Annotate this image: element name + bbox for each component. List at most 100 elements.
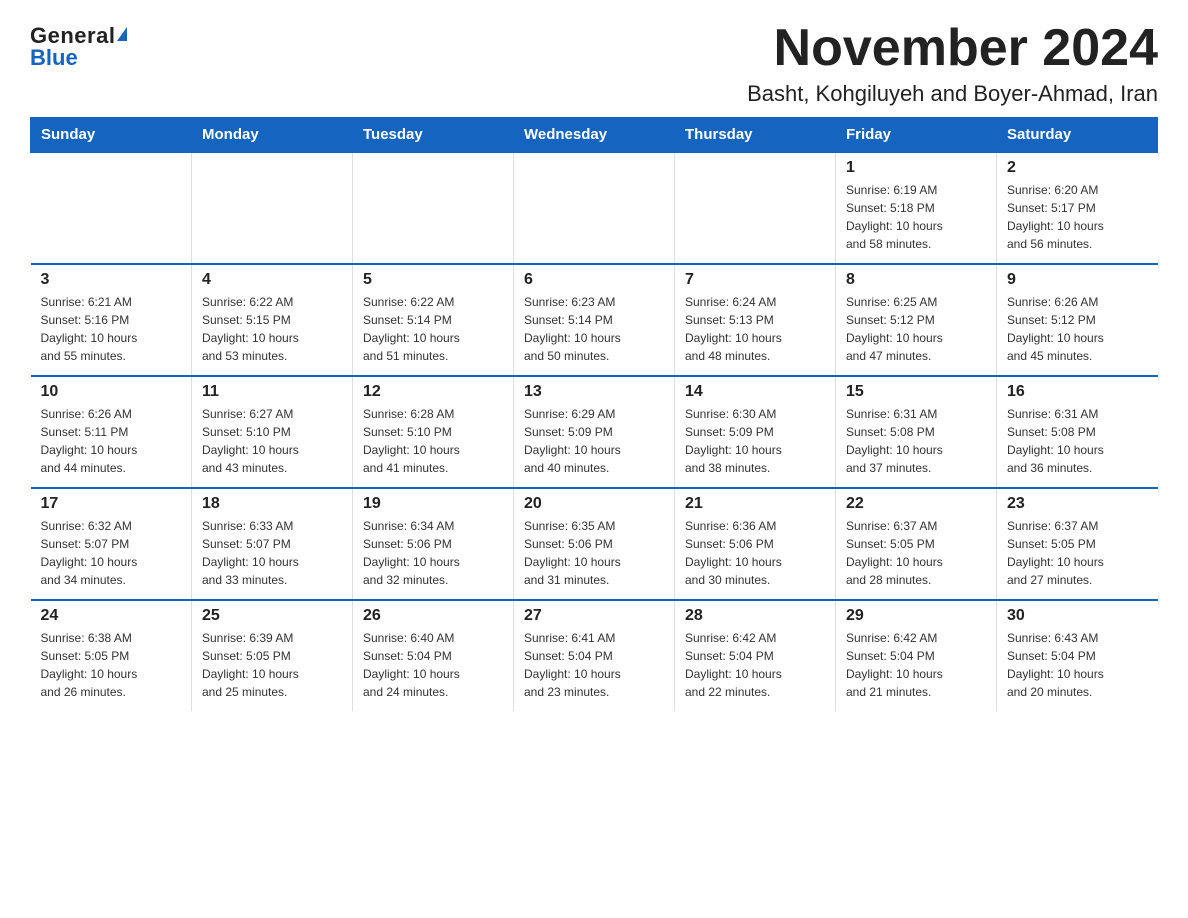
day-info: Sunrise: 6:20 AM Sunset: 5:17 PM Dayligh… bbox=[1007, 181, 1148, 253]
day-number: 23 bbox=[1007, 495, 1148, 513]
calendar-cell: 27 Sunrise: 6:41 AM Sunset: 5:04 PM Dayli… bbox=[514, 600, 675, 711]
calendar-cell: 11 Sunrise: 6:27 AM Sunset: 5:10 PM Dayli… bbox=[192, 376, 353, 488]
day-info: Sunrise: 6:19 AM Sunset: 5:18 PM Dayligh… bbox=[846, 181, 986, 253]
calendar-cell bbox=[353, 152, 514, 264]
day-number: 7 bbox=[685, 271, 825, 289]
day-info: Sunrise: 6:24 AM Sunset: 5:13 PM Dayligh… bbox=[685, 293, 825, 365]
calendar-cell: 20Sunrise: 6:35 AM Sunset: 5:06 PM Dayli… bbox=[514, 488, 675, 600]
page-subtitle: Basht, Kohgiluyeh and Boyer-Ahmad, Iran bbox=[747, 81, 1158, 107]
page-header: General Blue November 2024 Basht, Kohgil… bbox=[30, 20, 1158, 107]
week-row-4: 17Sunrise: 6:32 AM Sunset: 5:07 PM Dayli… bbox=[31, 488, 1158, 600]
day-number: 25 bbox=[202, 607, 342, 625]
day-info: Sunrise: 6:39 AM Sunset: 5:05 PM Dayligh… bbox=[202, 629, 342, 701]
day-info: Sunrise: 6:28 AM Sunset: 5:10 PM Dayligh… bbox=[363, 405, 503, 477]
calendar-cell: 8 Sunrise: 6:25 AM Sunset: 5:12 PM Daylig… bbox=[836, 264, 997, 376]
day-number: 27 bbox=[524, 607, 664, 625]
day-info: Sunrise: 6:42 AM Sunset: 5:04 PM Dayligh… bbox=[685, 629, 825, 701]
day-number: 9 bbox=[1007, 271, 1148, 289]
calendar-cell: 22 Sunrise: 6:37 AM Sunset: 5:05 PM Dayli… bbox=[836, 488, 997, 600]
day-number: 1 bbox=[846, 159, 986, 177]
calendar-cell bbox=[31, 152, 192, 264]
day-number: 13 bbox=[524, 383, 664, 401]
day-number: 21 bbox=[685, 495, 825, 513]
day-info: Sunrise: 6:37 AM Sunset: 5:05 PM Dayligh… bbox=[846, 517, 986, 589]
day-info: Sunrise: 6:25 AM Sunset: 5:12 PM Dayligh… bbox=[846, 293, 986, 365]
weekday-header-tuesday: Tuesday bbox=[353, 118, 514, 153]
week-row-1: 1 Sunrise: 6:19 AM Sunset: 5:18 PM Daylig… bbox=[31, 152, 1158, 264]
calendar-cell: 3 Sunrise: 6:21 AM Sunset: 5:16 PM Daylig… bbox=[31, 264, 192, 376]
day-number: 15 bbox=[846, 383, 986, 401]
day-info: Sunrise: 6:22 AM Sunset: 5:15 PM Dayligh… bbox=[202, 293, 342, 365]
day-info: Sunrise: 6:40 AM Sunset: 5:04 PM Dayligh… bbox=[363, 629, 503, 701]
day-info: Sunrise: 6:42 AM Sunset: 5:04 PM Dayligh… bbox=[846, 629, 986, 701]
day-number: 16 bbox=[1007, 383, 1148, 401]
calendar-cell bbox=[192, 152, 353, 264]
calendar-cell: 24Sunrise: 6:38 AM Sunset: 5:05 PM Dayli… bbox=[31, 600, 192, 711]
day-info: Sunrise: 6:26 AM Sunset: 5:11 PM Dayligh… bbox=[41, 405, 182, 477]
calendar-body: 1 Sunrise: 6:19 AM Sunset: 5:18 PM Daylig… bbox=[31, 152, 1158, 711]
day-number: 14 bbox=[685, 383, 825, 401]
day-info: Sunrise: 6:36 AM Sunset: 5:06 PM Dayligh… bbox=[685, 517, 825, 589]
week-row-3: 10 Sunrise: 6:26 AM Sunset: 5:11 PM Dayli… bbox=[31, 376, 1158, 488]
day-info: Sunrise: 6:33 AM Sunset: 5:07 PM Dayligh… bbox=[202, 517, 342, 589]
day-info: Sunrise: 6:35 AM Sunset: 5:06 PM Dayligh… bbox=[524, 517, 664, 589]
calendar-table: SundayMondayTuesdayWednesdayThursdayFrid… bbox=[30, 117, 1158, 711]
day-info: Sunrise: 6:41 AM Sunset: 5:04 PM Dayligh… bbox=[524, 629, 664, 701]
calendar-cell: 15 Sunrise: 6:31 AM Sunset: 5:08 PM Dayli… bbox=[836, 376, 997, 488]
day-number: 26 bbox=[363, 607, 503, 625]
logo-triangle-icon bbox=[117, 27, 127, 41]
day-info: Sunrise: 6:29 AM Sunset: 5:09 PM Dayligh… bbox=[524, 405, 664, 477]
calendar-cell: 1 Sunrise: 6:19 AM Sunset: 5:18 PM Daylig… bbox=[836, 152, 997, 264]
day-number: 4 bbox=[202, 271, 342, 289]
calendar-cell: 23 Sunrise: 6:37 AM Sunset: 5:05 PM Dayli… bbox=[997, 488, 1158, 600]
calendar-cell: 21 Sunrise: 6:36 AM Sunset: 5:06 PM Dayli… bbox=[675, 488, 836, 600]
calendar-cell: 9 Sunrise: 6:26 AM Sunset: 5:12 PM Daylig… bbox=[997, 264, 1158, 376]
day-number: 10 bbox=[41, 383, 182, 401]
day-number: 8 bbox=[846, 271, 986, 289]
calendar-cell: 14 Sunrise: 6:30 AM Sunset: 5:09 PM Dayli… bbox=[675, 376, 836, 488]
calendar-cell: 17Sunrise: 6:32 AM Sunset: 5:07 PM Dayli… bbox=[31, 488, 192, 600]
calendar-cell: 7 Sunrise: 6:24 AM Sunset: 5:13 PM Daylig… bbox=[675, 264, 836, 376]
calendar-cell: 2Sunrise: 6:20 AM Sunset: 5:17 PM Daylig… bbox=[997, 152, 1158, 264]
day-info: Sunrise: 6:22 AM Sunset: 5:14 PM Dayligh… bbox=[363, 293, 503, 365]
day-info: Sunrise: 6:27 AM Sunset: 5:10 PM Dayligh… bbox=[202, 405, 342, 477]
calendar-cell: 13 Sunrise: 6:29 AM Sunset: 5:09 PM Dayli… bbox=[514, 376, 675, 488]
calendar-cell: 6 Sunrise: 6:23 AM Sunset: 5:14 PM Daylig… bbox=[514, 264, 675, 376]
day-info: Sunrise: 6:26 AM Sunset: 5:12 PM Dayligh… bbox=[1007, 293, 1148, 365]
day-number: 3 bbox=[41, 271, 182, 289]
weekday-header-monday: Monday bbox=[192, 118, 353, 153]
day-number: 12 bbox=[363, 383, 503, 401]
day-info: Sunrise: 6:30 AM Sunset: 5:09 PM Dayligh… bbox=[685, 405, 825, 477]
day-number: 30 bbox=[1007, 607, 1148, 625]
day-number: 29 bbox=[846, 607, 986, 625]
weekday-header-wednesday: Wednesday bbox=[514, 118, 675, 153]
day-info: Sunrise: 6:43 AM Sunset: 5:04 PM Dayligh… bbox=[1007, 629, 1148, 701]
day-number: 5 bbox=[363, 271, 503, 289]
calendar-cell: 16Sunrise: 6:31 AM Sunset: 5:08 PM Dayli… bbox=[997, 376, 1158, 488]
day-info: Sunrise: 6:31 AM Sunset: 5:08 PM Dayligh… bbox=[846, 405, 986, 477]
logo: General Blue bbox=[30, 20, 127, 69]
weekday-header-saturday: Saturday bbox=[997, 118, 1158, 153]
day-number: 11 bbox=[202, 383, 342, 401]
day-number: 28 bbox=[685, 607, 825, 625]
calendar-cell: 18 Sunrise: 6:33 AM Sunset: 5:07 PM Dayli… bbox=[192, 488, 353, 600]
day-number: 18 bbox=[202, 495, 342, 513]
day-info: Sunrise: 6:37 AM Sunset: 5:05 PM Dayligh… bbox=[1007, 517, 1148, 589]
calendar-cell: 19Sunrise: 6:34 AM Sunset: 5:06 PM Dayli… bbox=[353, 488, 514, 600]
day-number: 22 bbox=[846, 495, 986, 513]
week-row-2: 3 Sunrise: 6:21 AM Sunset: 5:16 PM Daylig… bbox=[31, 264, 1158, 376]
calendar-cell: 26 Sunrise: 6:40 AM Sunset: 5:04 PM Dayli… bbox=[353, 600, 514, 711]
day-info: Sunrise: 6:21 AM Sunset: 5:16 PM Dayligh… bbox=[41, 293, 182, 365]
day-number: 19 bbox=[363, 495, 503, 513]
day-number: 17 bbox=[41, 495, 182, 513]
week-row-5: 24Sunrise: 6:38 AM Sunset: 5:05 PM Dayli… bbox=[31, 600, 1158, 711]
calendar-cell: 12 Sunrise: 6:28 AM Sunset: 5:10 PM Dayli… bbox=[353, 376, 514, 488]
day-info: Sunrise: 6:23 AM Sunset: 5:14 PM Dayligh… bbox=[524, 293, 664, 365]
day-info: Sunrise: 6:38 AM Sunset: 5:05 PM Dayligh… bbox=[41, 629, 182, 701]
calendar-cell: 4 Sunrise: 6:22 AM Sunset: 5:15 PM Daylig… bbox=[192, 264, 353, 376]
logo-general-text: General bbox=[30, 25, 115, 47]
day-number: 6 bbox=[524, 271, 664, 289]
calendar-cell: 28 Sunrise: 6:42 AM Sunset: 5:04 PM Dayli… bbox=[675, 600, 836, 711]
title-block: November 2024 Basht, Kohgiluyeh and Boye… bbox=[747, 20, 1158, 107]
calendar-cell: 25 Sunrise: 6:39 AM Sunset: 5:05 PM Dayli… bbox=[192, 600, 353, 711]
